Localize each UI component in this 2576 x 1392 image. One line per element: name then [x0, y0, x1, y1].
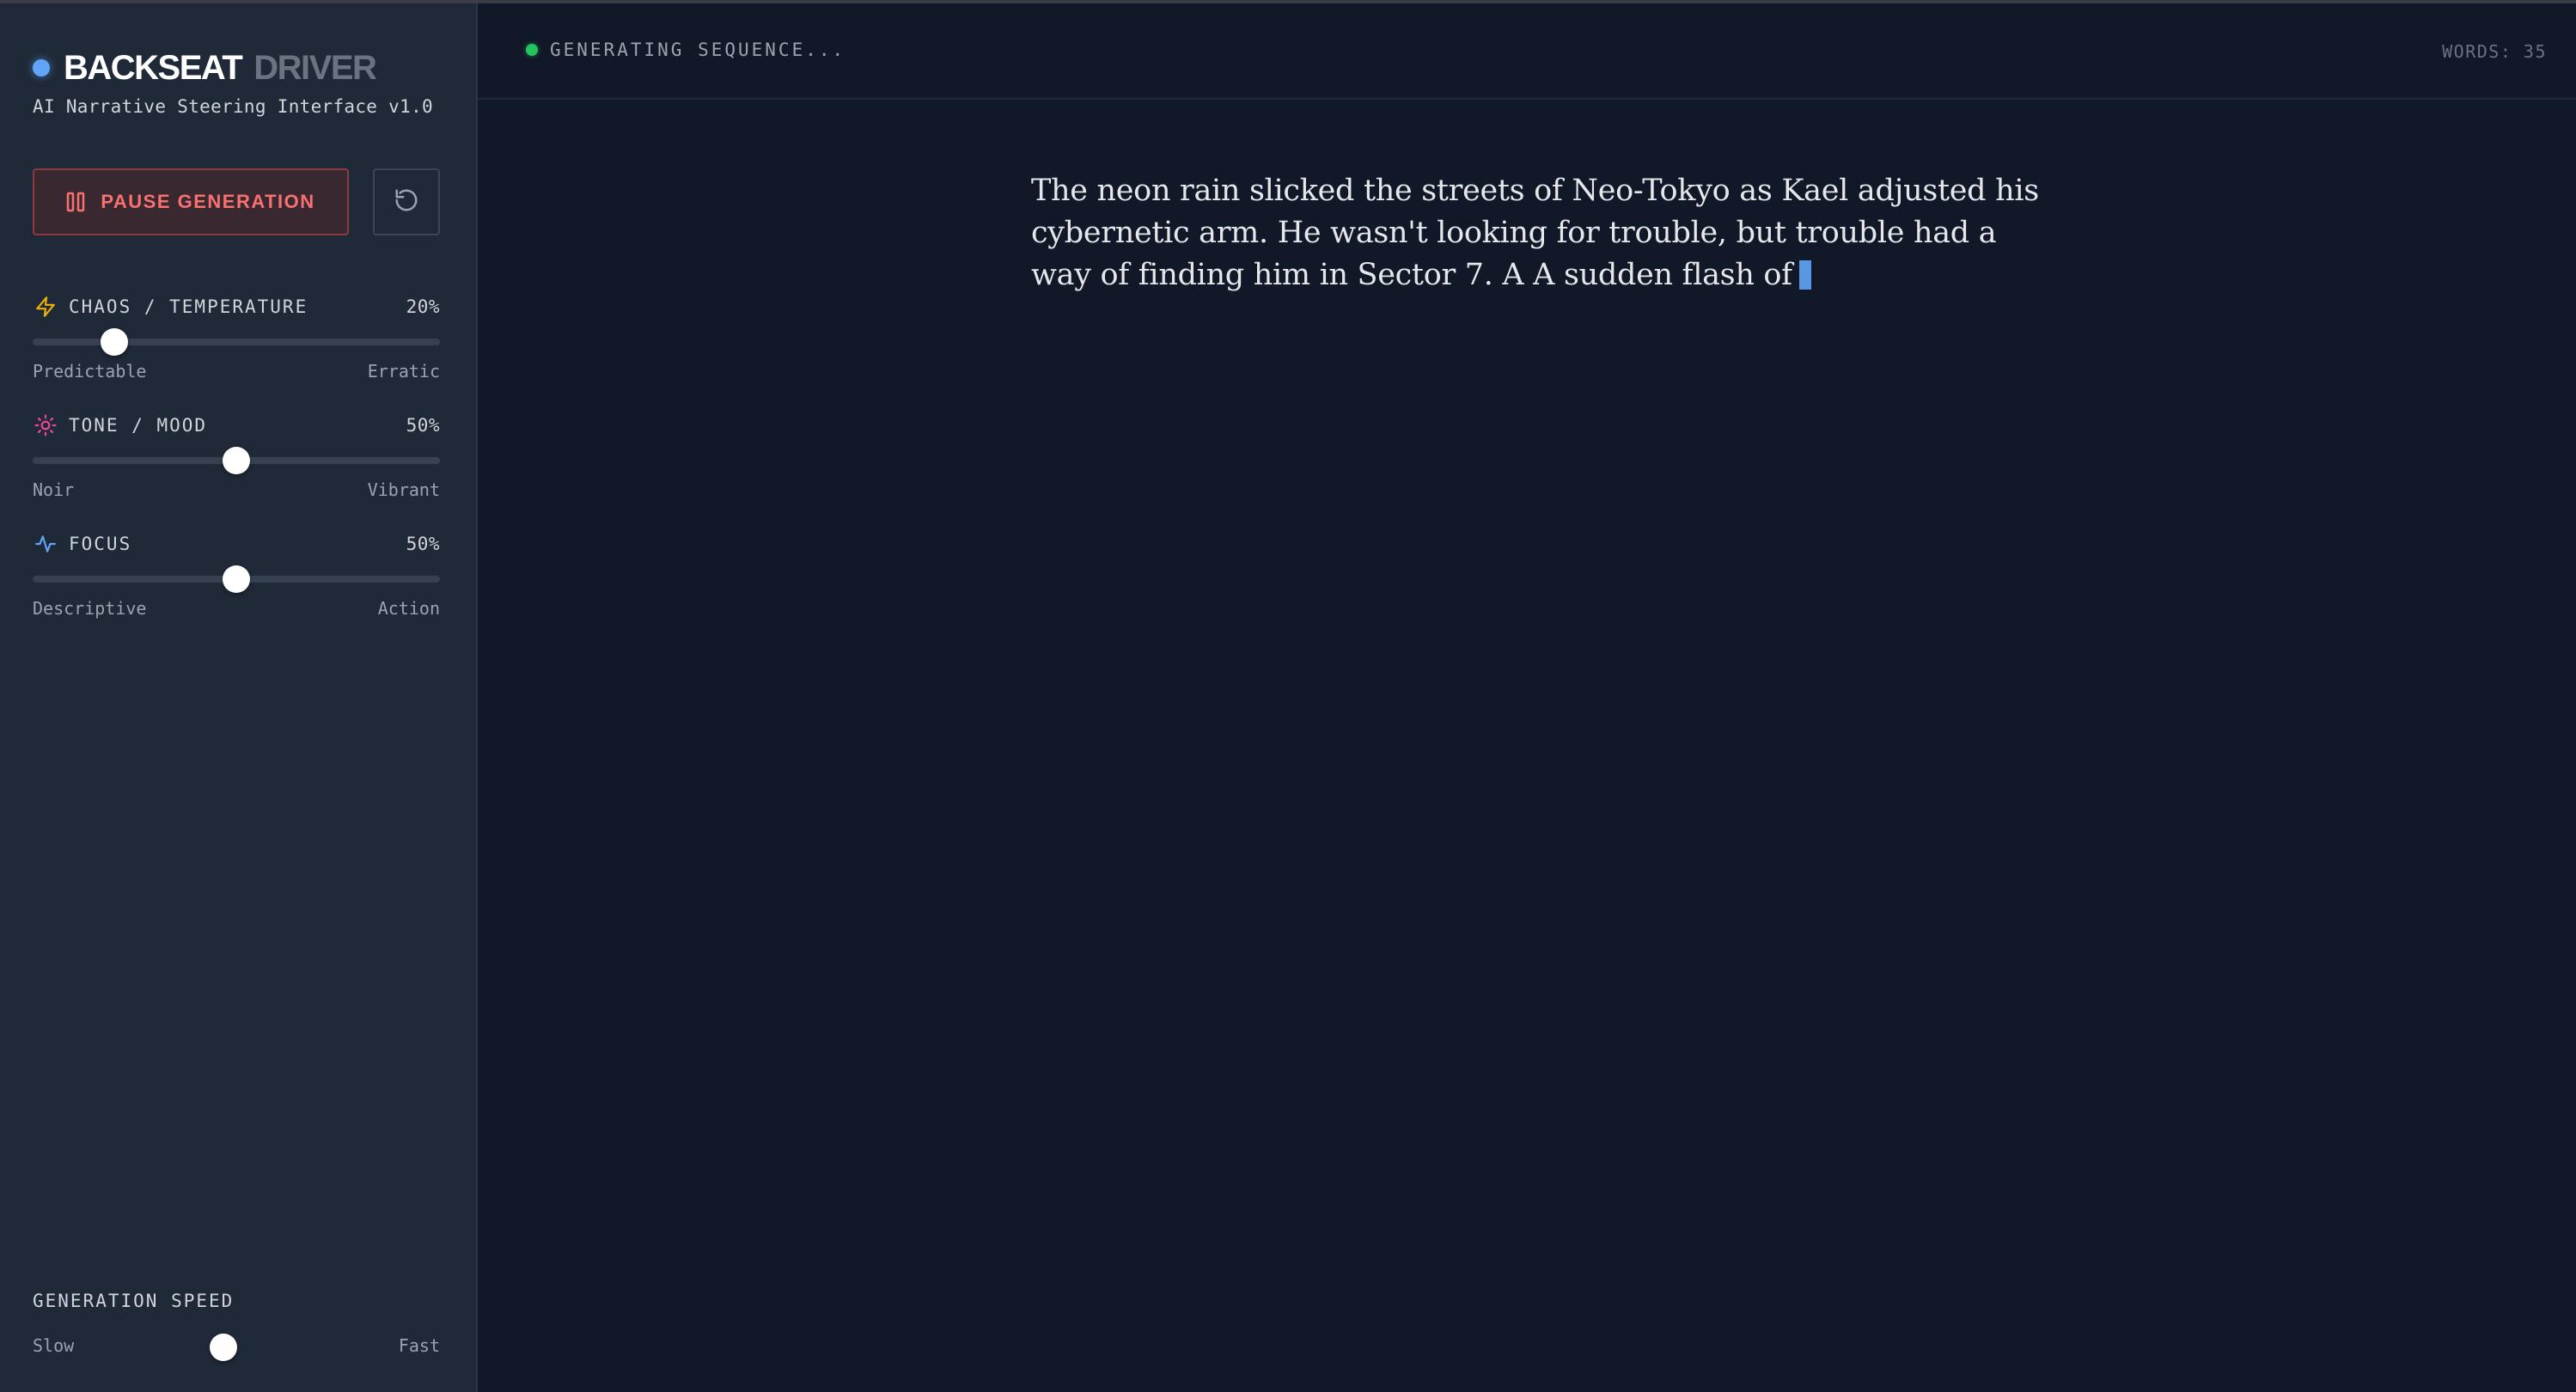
chaos-slider-thumb[interactable]: [100, 328, 128, 356]
brand: BACKSEAT DRIVER: [33, 46, 377, 89]
word-count: WORDS: 35: [2442, 41, 2547, 62]
pause-generation-button[interactable]: PAUSE GENERATION: [33, 168, 349, 235]
status-bar: GENERATING SEQUENCE... WORDS: 35: [478, 3, 2576, 100]
lightning-icon: [33, 294, 58, 320]
sun-icon: [33, 412, 58, 438]
chaos-value: 20%: [406, 296, 440, 317]
main-panel: GENERATING SEQUENCE... WORDS: 35 The neo…: [478, 3, 2576, 1392]
chaos-min-label: Predictable: [33, 361, 147, 382]
brand-name-secondary: DRIVER: [253, 48, 377, 87]
speed-min-label: Slow: [33, 1335, 75, 1356]
brand-dot: [33, 59, 50, 76]
chaos-slider[interactable]: [33, 328, 440, 356]
speed-max-label: Fast: [398, 1335, 440, 1356]
tone-min-label: Noir: [33, 479, 75, 500]
tone-max-label: Vibrant: [367, 479, 440, 500]
generation-status: GENERATING SEQUENCE...: [526, 40, 845, 60]
chaos-label: CHAOS / TEMPERATURE: [69, 296, 308, 317]
focus-max-label: Action: [377, 598, 440, 619]
focus-slider[interactable]: [33, 565, 440, 593]
focus-slider-thumb[interactable]: [223, 565, 250, 593]
pause-generation-label: PAUSE GENERATION: [101, 191, 315, 212]
focus-control: FOCUS 50% Descriptive Action: [33, 531, 440, 619]
activity-icon: [33, 531, 58, 557]
focus-value: 50%: [406, 534, 440, 554]
brand-subtitle: AI Narrative Steering Interface v1.0: [33, 96, 433, 117]
typing-cursor: [1798, 260, 1811, 290]
app-window: BACKSEAT DRIVER AI Narrative Steering In…: [0, 0, 2576, 1392]
story-output: The neon rain slicked the streets of Neo…: [1031, 170, 2062, 296]
reset-icon: [394, 187, 419, 217]
chaos-control: CHAOS / TEMPERATURE 20% Predictable Erra…: [33, 294, 440, 382]
tone-control: TONE / MOOD 50% Noir Vibrant: [33, 412, 440, 500]
tone-slider[interactable]: [33, 447, 440, 474]
focus-min-label: Descriptive: [33, 598, 147, 619]
speed-title: GENERATION SPEED: [33, 1291, 235, 1311]
speed-control: Slow Fast: [33, 1334, 440, 1361]
speed-slider-thumb[interactable]: [210, 1334, 237, 1361]
status-text: GENERATING SEQUENCE...: [550, 40, 846, 60]
chaos-max-label: Erratic: [367, 361, 440, 382]
brand-name-primary: BACKSEAT: [64, 48, 243, 87]
tone-slider-thumb[interactable]: [223, 447, 250, 474]
status-dot: [526, 44, 538, 56]
pause-icon: [66, 192, 85, 212]
story-text: The neon rain slicked the streets of Neo…: [1031, 174, 2039, 292]
sidebar: BACKSEAT DRIVER AI Narrative Steering In…: [0, 3, 478, 1392]
reset-button[interactable]: [373, 168, 440, 235]
tone-label: TONE / MOOD: [69, 415, 208, 436]
focus-label: FOCUS: [69, 534, 132, 554]
tone-value: 50%: [406, 415, 440, 436]
